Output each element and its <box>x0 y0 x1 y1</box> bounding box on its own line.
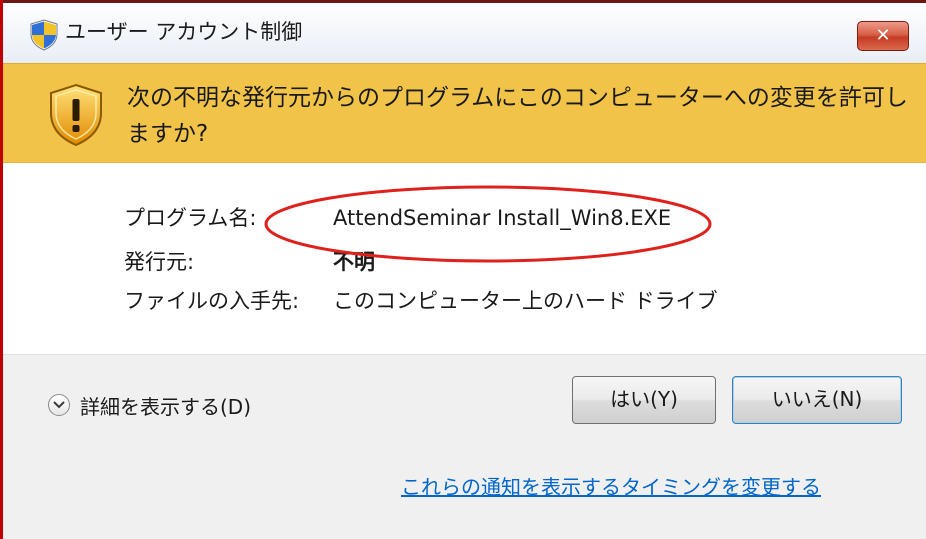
warning-shield-icon <box>50 83 102 147</box>
no-button[interactable]: いいえ(N) <box>732 376 902 424</box>
program-name-label: プログラム名: <box>124 206 257 230</box>
yes-button[interactable]: はい(Y) <box>572 376 716 424</box>
publisher-label: 発行元: <box>124 250 195 274</box>
close-button[interactable]: ✕ <box>857 21 909 51</box>
uac-shield-icon <box>30 19 58 51</box>
window-title: ユーザー アカウント制御 <box>65 20 303 44</box>
highlight-ellipse <box>264 185 712 263</box>
change-notification-settings-link[interactable]: これらの通知を表示するタイミングを変更する <box>401 472 821 502</box>
banner-message: 次の不明な発行元からのプログラムにこのコンピューターへの変更を許可しますか? <box>127 85 908 147</box>
chevron-down-icon <box>48 394 70 416</box>
uac-dialog: ユーザー アカウント制御 ✕ 次の不明な発行元からのプログラムにこのコンピュータ… <box>0 0 926 539</box>
file-origin-label: ファイルの入手先: <box>124 289 300 313</box>
show-details-label: 詳細を表示する(D) <box>80 395 252 419</box>
warning-banner: 次の不明な発行元からのプログラムにこのコンピューターへの変更を許可しますか? <box>3 63 926 163</box>
title-bar: ユーザー アカウント制御 ✕ <box>3 3 926 63</box>
file-origin-value: このコンピューター上のハード ドライブ <box>333 289 718 313</box>
close-icon: ✕ <box>875 25 891 46</box>
